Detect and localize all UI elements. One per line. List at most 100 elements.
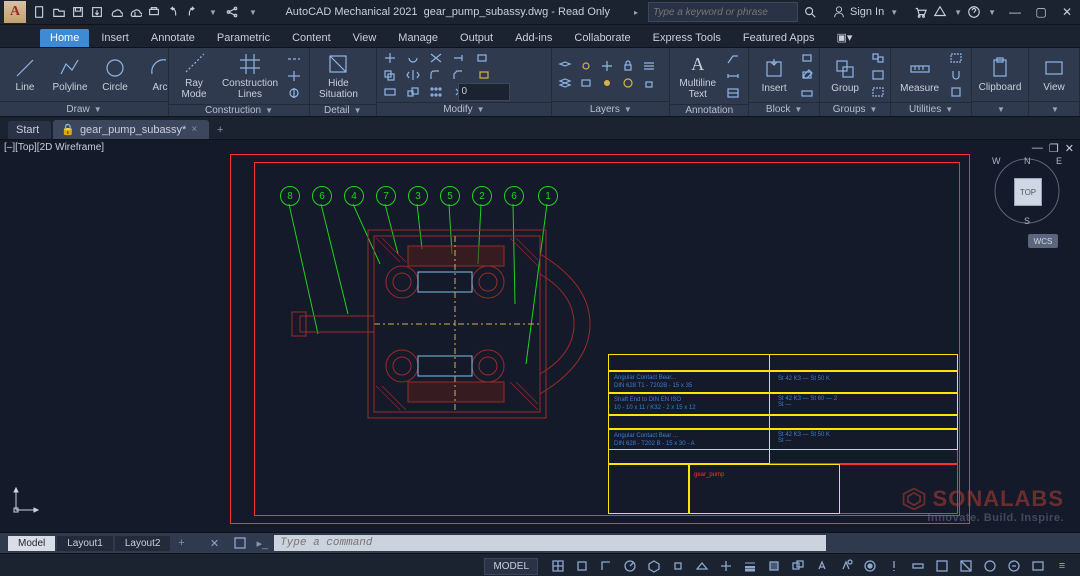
autodesk-app-icon[interactable]: [932, 4, 948, 20]
select-icon[interactable]: [947, 50, 965, 65]
panel-modify-title[interactable]: Modify▼: [377, 102, 552, 116]
layer-props-icon[interactable]: [556, 58, 574, 73]
undo-icon[interactable]: [165, 4, 181, 20]
qat-more-icon[interactable]: ▼: [245, 4, 261, 20]
trim-icon[interactable]: [427, 50, 445, 65]
balloon[interactable]: 3: [408, 186, 428, 206]
save-icon[interactable]: [70, 4, 86, 20]
layer-freeze-icon[interactable]: [598, 58, 616, 73]
balloon[interactable]: 1: [538, 186, 558, 206]
block-attr-icon[interactable]: [798, 84, 816, 99]
hide-situation-button[interactable]: Hide Situation: [314, 50, 363, 102]
maximize-icon[interactable]: ▢: [1032, 5, 1050, 19]
ungroup-icon[interactable]: [869, 50, 887, 65]
layer-thaw-icon[interactable]: [619, 75, 637, 90]
vp-close-icon[interactable]: ✕: [1065, 142, 1074, 155]
polar-icon[interactable]: [620, 556, 640, 576]
rotate-icon[interactable]: [404, 50, 422, 65]
cloud-open-icon[interactable]: [108, 4, 124, 20]
panel-draw-title[interactable]: Draw▼: [0, 101, 168, 116]
stretch-icon[interactable]: [381, 84, 399, 99]
circle-button[interactable]: Circle: [94, 54, 136, 95]
search-icon[interactable]: [802, 4, 818, 20]
redo-icon[interactable]: [184, 4, 200, 20]
open-icon[interactable]: [51, 4, 67, 20]
tab-manage[interactable]: Manage: [388, 29, 448, 47]
measure-button[interactable]: Measure: [895, 55, 944, 96]
tab-extra-icon[interactable]: ▣▾: [826, 28, 862, 47]
array-icon[interactable]: [427, 84, 445, 99]
tab-layout1[interactable]: Layout1: [57, 536, 113, 551]
extend-icon[interactable]: [450, 50, 468, 65]
layer-prev-icon[interactable]: [556, 75, 574, 90]
qprops-icon[interactable]: [932, 556, 952, 576]
lockui-icon[interactable]: [956, 556, 976, 576]
move-icon[interactable]: [381, 50, 399, 65]
saveas-icon[interactable]: [89, 4, 105, 20]
fillet-icon[interactable]: [427, 67, 445, 82]
isodraft-icon[interactable]: [644, 556, 664, 576]
3dosnap-icon[interactable]: [692, 556, 712, 576]
tab-output[interactable]: Output: [450, 29, 503, 47]
wcs-badge[interactable]: WCS: [1028, 234, 1058, 248]
balloon[interactable]: 4: [344, 186, 364, 206]
centerline-hole-icon[interactable]: [285, 85, 303, 100]
tab-collaborate[interactable]: Collaborate: [564, 29, 640, 47]
tab-addins[interactable]: Add-ins: [505, 29, 562, 47]
centerline-icon[interactable]: [285, 51, 303, 66]
erase-icon[interactable]: [473, 50, 491, 65]
viewcube-face[interactable]: TOP: [1014, 178, 1042, 206]
tab-featured[interactable]: Featured Apps: [733, 29, 825, 47]
customize-icon[interactable]: ≡: [1052, 556, 1072, 576]
balloon[interactable]: 2: [472, 186, 492, 206]
block-edit-icon[interactable]: [798, 67, 816, 82]
app-logo[interactable]: A: [4, 1, 26, 23]
otrack-icon[interactable]: [716, 556, 736, 576]
copy-icon[interactable]: [381, 67, 399, 82]
balloon[interactable]: 6: [504, 186, 524, 206]
new-icon[interactable]: [32, 4, 48, 20]
calc-icon[interactable]: [947, 84, 965, 99]
layer-on-icon[interactable]: [598, 75, 616, 90]
header-search-input[interactable]: [648, 2, 798, 22]
offset-value[interactable]: [473, 67, 495, 82]
group-bbox-icon[interactable]: [869, 84, 887, 99]
vp-restore-icon[interactable]: ❐: [1049, 142, 1059, 155]
osnap-icon[interactable]: [668, 556, 688, 576]
panel-view-title[interactable]: ▼: [1029, 101, 1079, 116]
balloon[interactable]: 8: [280, 186, 300, 206]
tab-home[interactable]: Home: [40, 29, 89, 47]
balloon[interactable]: 7: [376, 186, 396, 206]
balloon[interactable]: 6: [312, 186, 332, 206]
tab-insert[interactable]: Insert: [91, 29, 139, 47]
cleanscreen-icon[interactable]: [1028, 556, 1048, 576]
close-cmd-icon[interactable]: ✕: [204, 533, 224, 553]
tab-layout2[interactable]: Layout2: [115, 536, 171, 551]
qat-dropdown-icon[interactable]: ▼: [205, 4, 221, 20]
line-button[interactable]: Line: [4, 54, 46, 95]
file-tab-start[interactable]: Start: [8, 121, 51, 139]
panel-layers-title[interactable]: Layers▼: [552, 101, 669, 116]
insert-button[interactable]: Insert: [753, 55, 795, 96]
layer-lock-icon[interactable]: [619, 58, 637, 73]
centerline-cross-icon[interactable]: [285, 68, 303, 83]
annoscale2-icon[interactable]: [836, 556, 856, 576]
tab-content[interactable]: Content: [282, 29, 341, 47]
help-icon[interactable]: [966, 4, 982, 20]
plot-icon[interactable]: [146, 4, 162, 20]
cycling-icon[interactable]: [788, 556, 808, 576]
clipboard-button[interactable]: Clipboard: [976, 54, 1024, 95]
ucs-icon[interactable]: [12, 486, 40, 514]
multiline-text-button[interactable]: AMultiline Text: [674, 50, 721, 102]
lineweight-icon[interactable]: [740, 556, 760, 576]
magnet-icon[interactable]: [947, 67, 965, 82]
isolate-icon[interactable]: [980, 556, 1000, 576]
layer-unlock-icon[interactable]: [640, 75, 658, 90]
tab-express[interactable]: Express Tools: [643, 29, 731, 47]
modify-value-input[interactable]: [458, 83, 510, 101]
cart-icon[interactable]: [912, 4, 928, 20]
vp-minimize-icon[interactable]: —: [1032, 142, 1043, 155]
panel-utilities-title[interactable]: Utilities▼: [891, 102, 971, 116]
layer-off-icon[interactable]: [577, 58, 595, 73]
workspace-icon[interactable]: [860, 556, 880, 576]
